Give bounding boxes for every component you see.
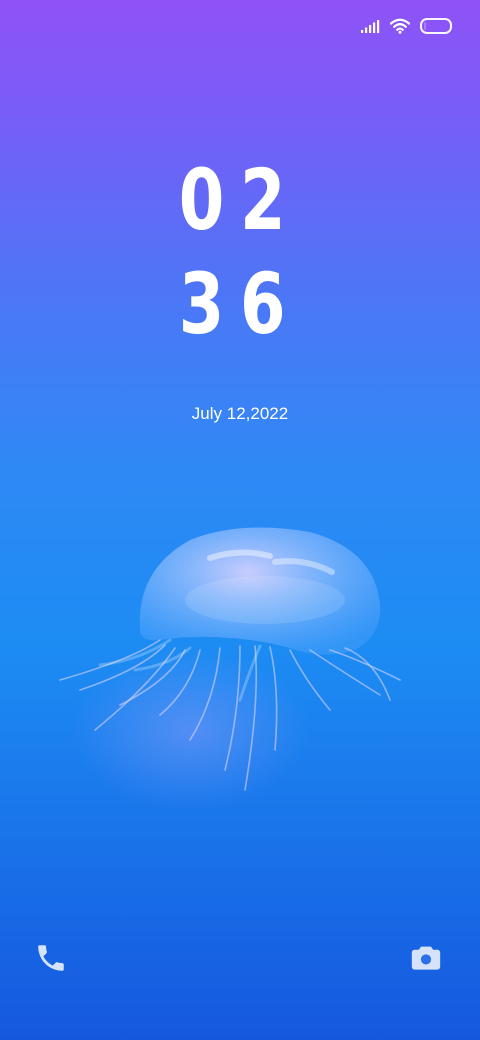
phone-shortcut-button[interactable]: [33, 940, 69, 976]
camera-icon: [411, 946, 441, 970]
lock-screen[interactable]: 02 36 July 12,2022: [0, 0, 480, 1040]
status-bar: [360, 14, 452, 38]
clock-minutes: 36: [178, 255, 302, 353]
clock-hours: 02: [178, 151, 302, 249]
battery-level: [424, 22, 427, 30]
date-label: July 12,2022: [191, 404, 289, 423]
phone-icon: [38, 945, 64, 971]
camera-shortcut-button[interactable]: [408, 940, 444, 976]
battery-icon: [420, 18, 452, 34]
jellyfish-wallpaper: [59, 527, 401, 810]
signal-bars-icon: [361, 20, 380, 33]
wifi-icon: [390, 18, 410, 34]
